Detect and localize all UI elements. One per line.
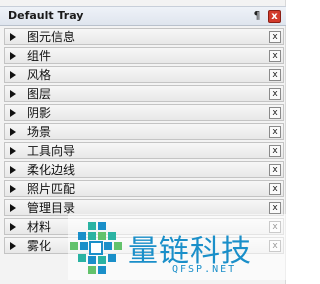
expand-arrow-icon[interactable] <box>10 147 16 155</box>
watermark: 量链科技 QFSP.NET <box>68 214 286 280</box>
expand-arrow-icon[interactable] <box>10 52 16 60</box>
panel-label: 风格 <box>27 68 52 82</box>
panel-label: 工具向导 <box>27 144 76 158</box>
expand-arrow-icon[interactable] <box>10 242 16 250</box>
panel-label: 照片匹配 <box>27 182 76 196</box>
panel-close-button[interactable]: x <box>269 88 281 100</box>
panel-close-button[interactable]: x <box>269 31 281 43</box>
panel-label: 组件 <box>27 49 52 63</box>
expand-arrow-icon[interactable] <box>10 33 16 41</box>
panel-close-button[interactable]: x <box>269 107 281 119</box>
default-tray: Default Tray ¶ x 图元信息 x 组件 x 风格 x 图层 x 阴… <box>0 0 286 284</box>
panel-layers[interactable]: 图层 x <box>4 85 284 102</box>
panel-match-photo[interactable]: 照片匹配 x <box>4 180 284 197</box>
panel-label: 图元信息 <box>27 30 76 44</box>
panel-label: 材料 <box>27 220 52 234</box>
expand-arrow-icon[interactable] <box>10 90 16 98</box>
panel-shadows[interactable]: 阴影 x <box>4 104 284 121</box>
watermark-subtext: QFSP.NET <box>172 264 237 275</box>
panel-label: 图层 <box>27 87 52 101</box>
panel-label: 阴影 <box>27 106 52 120</box>
pin-icon[interactable]: ¶ <box>250 9 264 23</box>
panel-soften-edges[interactable]: 柔化边线 x <box>4 161 284 178</box>
panel-scenes[interactable]: 场景 x <box>4 123 284 140</box>
panel-close-button[interactable]: x <box>269 126 281 138</box>
cross-logo-icon <box>70 222 122 274</box>
panel-instructor[interactable]: 工具向导 x <box>4 142 284 159</box>
panel-close-button[interactable]: x <box>269 183 281 195</box>
expand-arrow-icon[interactable] <box>10 166 16 174</box>
panel-close-button[interactable]: x <box>269 202 281 214</box>
expand-arrow-icon[interactable] <box>10 128 16 136</box>
panel-styles[interactable]: 风格 x <box>4 66 284 83</box>
tray-titlebar: Default Tray ¶ x <box>0 6 286 26</box>
panel-close-button[interactable]: x <box>269 145 281 157</box>
panel-close-button[interactable]: x <box>269 50 281 62</box>
panel-entity-info[interactable]: 图元信息 x <box>4 28 284 45</box>
tray-close-button[interactable]: x <box>268 10 281 23</box>
panel-components[interactable]: 组件 x <box>4 47 284 64</box>
panel-close-button[interactable]: x <box>269 69 281 81</box>
expand-arrow-icon[interactable] <box>10 109 16 117</box>
expand-arrow-icon[interactable] <box>10 204 16 212</box>
tray-title: Default Tray <box>8 9 84 22</box>
expand-arrow-icon[interactable] <box>10 223 16 231</box>
panel-label: 雾化 <box>27 239 52 253</box>
panel-close-button[interactable]: x <box>269 164 281 176</box>
panel-label: 场景 <box>27 125 52 139</box>
panel-label: 柔化边线 <box>27 163 76 177</box>
expand-arrow-icon[interactable] <box>10 185 16 193</box>
expand-arrow-icon[interactable] <box>10 71 16 79</box>
